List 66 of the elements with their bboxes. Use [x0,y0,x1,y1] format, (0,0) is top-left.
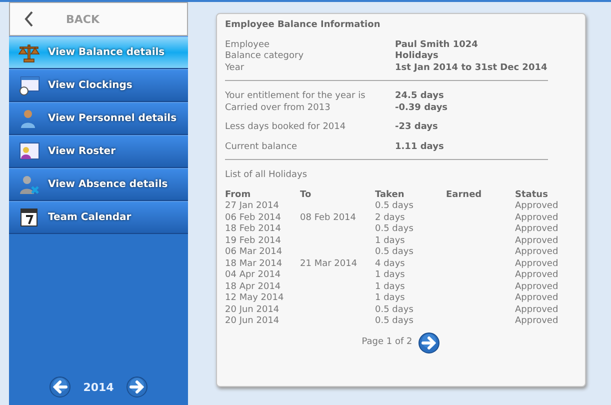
table-cell-text: 20 Jun 2014 [225,304,280,316]
field-value: 1.11 days [395,142,445,153]
back-label: BACK [66,12,100,26]
table-cell-text: 20 Jun 2014 [225,316,280,328]
field-label: Carried over from 2013 [225,102,332,114]
table-cell-text: 1 days [375,236,406,247]
menu-item[interactable]: View Absence details [9,168,188,201]
table-cell-text: 1 days [375,282,406,293]
menu-item[interactable]: View Roster [9,135,188,168]
table-cell-text: 1 days [375,293,406,304]
table-cell-text: 2 days [375,212,406,224]
field-label: Year [225,62,246,74]
table-cell-text: 1 days [375,270,406,282]
field-value: 1st Jan 2014 to 31st Dec 2014 [395,62,548,74]
column-header: From [225,190,300,201]
field-label: Current balance [225,142,298,153]
table-cell-text: 0.5 days [375,316,414,328]
table-cell-text: 19 Feb 2014 [225,236,282,247]
table-cell-text: Approved [515,293,560,304]
table-cell-text: 04 Apr 2014 [225,270,282,282]
table-cell: 21 Mar 2014 [300,258,375,270]
table-cell-text: 12 May 2014 [225,293,285,304]
field-label: Your entitlement for the year is [225,91,366,102]
menu-item[interactable]: Team Calendar [9,201,188,234]
table-cell-text: Approved [515,201,560,212]
column-header: Taken [375,190,406,201]
year-label: 2014 [83,380,114,394]
menu-item[interactable]: View Balance details [9,36,188,69]
table-cell-text: Approved [515,212,560,224]
field-value: -0.39 days [395,102,449,114]
table-cell-text: Approved [515,304,560,316]
card-title: Employee Balance Information [225,20,382,32]
column-header: Status [515,190,575,201]
field-value: -23 days [395,122,439,134]
page-indicator: Page 1 of 2 [362,336,412,348]
table-cell-text: 08 Feb 2014 [300,212,358,224]
table-cell-text: 0.5 days [375,224,414,236]
back-button[interactable]: BACK [9,2,188,36]
menu-item[interactable]: View Clockings [9,69,188,102]
field-value: 24.5 days [395,91,445,102]
table-cell-text: 06 Feb 2014 [225,212,282,224]
table-cell-text: 18 Feb 2014 [225,224,282,236]
table-cell-text: Approved [515,270,560,282]
table-cell-text: Approved [515,258,560,270]
table-cell-text: Approved [515,316,560,328]
list-title: List of all Holidays [225,170,308,182]
field-label: Employee [225,40,271,51]
table-cell-text: Approved [515,247,560,258]
table-cell-text: 06 Mar 2014 [225,247,284,258]
table-cell-text: 18 Apr 2014 [225,282,282,293]
table-cell-text: 0.5 days [375,304,414,316]
column-header: Earned [446,190,483,201]
menu-item[interactable]: View Personnel details [9,102,188,135]
field-value: Paul Smith 1024 [395,40,479,51]
table-cell-text: 0.5 days [375,201,414,212]
field-label: Less days booked for 2014 [225,122,347,134]
table-cell-text: Approved [515,282,560,293]
table-cell-text: Approved [515,224,560,236]
field-value: Holidays [395,51,440,62]
table-cell-text: Approved [515,236,560,247]
table-cell-text: 4 days [375,258,406,270]
field-label: Balance category [225,51,305,62]
table-cell-text: 27 Jan 2014 [225,201,280,212]
column-header: To [300,190,375,201]
table-cell-text: 18 Mar 2014 [225,258,284,270]
table-cell-text: 0.5 days [375,247,414,258]
